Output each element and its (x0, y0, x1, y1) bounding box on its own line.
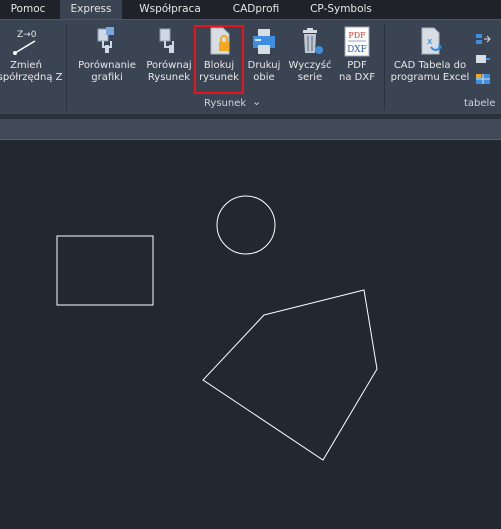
lock-drawing-icon (204, 25, 234, 57)
svg-text:PDF: PDF (348, 31, 366, 40)
file-tab-strip (0, 119, 501, 140)
compare-graphics-icon (92, 25, 122, 57)
rectangle-shape[interactable] (56, 235, 154, 306)
svg-text:Z→0: Z→0 (17, 30, 37, 40)
excel-table-icon: x (415, 25, 445, 57)
tab-wspolpraca[interactable]: Współpraca (126, 0, 214, 19)
clear-series-label: Wyczyść serie (288, 60, 332, 83)
svg-text:DXF: DXF (347, 45, 367, 55)
print-both-button[interactable]: Drukuj obie (244, 24, 284, 94)
pdf-to-dxf-button[interactable]: PDF DXF PDF na DXF (334, 24, 380, 94)
group-expander-icon[interactable]: ⌄ (252, 96, 261, 108)
trash-icon (295, 25, 325, 57)
svg-text:x: x (427, 37, 433, 47)
lock-drawing-label: Blokuj rysunek (199, 60, 239, 83)
tab-cadprofi[interactable]: CADprofi (218, 0, 294, 19)
cad-table-to-excel-button[interactable]: x CAD Tabela do programu Excel (388, 24, 472, 94)
tab-pomoc[interactable]: Pomoc (0, 0, 56, 19)
pdf-to-dxf-label: PDF na DXF (339, 60, 375, 83)
ribbon-tab-bar: Pomoc Express Współpraca CADprofi CP-Sym… (0, 0, 501, 19)
compare-graphics-label: Porównanie grafiki (78, 60, 136, 83)
tab-cp-symbols[interactable]: CP-Symbols (296, 0, 386, 19)
clear-series-button[interactable]: Wyczyść serie (288, 24, 332, 94)
table-grid-icon[interactable] (475, 70, 491, 84)
group-label-rysunek: Rysunek (204, 98, 247, 109)
lock-drawing-button[interactable]: Blokuj rysunek (196, 24, 242, 94)
print-icon (249, 25, 279, 57)
ribbon-panel: Z→0 Zmień współrzędną Z Porównanie grafi… (0, 19, 501, 114)
compare-drawing-button[interactable]: Porównaj Rysunek (142, 24, 196, 94)
ribbon-separator (66, 24, 67, 110)
compare-graphics-button[interactable]: Porównanie grafiki (74, 24, 140, 94)
ribbon-separator (384, 24, 385, 110)
change-z-label: Zmień współrzędną Z (0, 60, 63, 83)
compare-drawing-label: Porównaj Rysunek (146, 60, 192, 83)
change-z-coordinate-button[interactable]: Z→0 Zmień współrzędną Z (0, 24, 66, 94)
compare-drawing-icon (154, 25, 184, 57)
print-both-label: Drukuj obie (247, 60, 281, 83)
table-export-icon[interactable] (475, 50, 491, 63)
cad-table-to-excel-label: CAD Tabela do programu Excel (390, 60, 470, 83)
z-coordinate-icon: Z→0 (11, 25, 41, 57)
table-tool-icon[interactable] (475, 30, 491, 44)
drawing-canvas[interactable] (0, 140, 501, 525)
group-label-tabele: tabele (464, 98, 496, 109)
pdf-to-dxf-icon: PDF DXF (342, 25, 372, 57)
tab-express[interactable]: Express (60, 0, 122, 19)
pentagon-shape[interactable] (202, 289, 378, 461)
circle-shape[interactable] (216, 195, 276, 255)
